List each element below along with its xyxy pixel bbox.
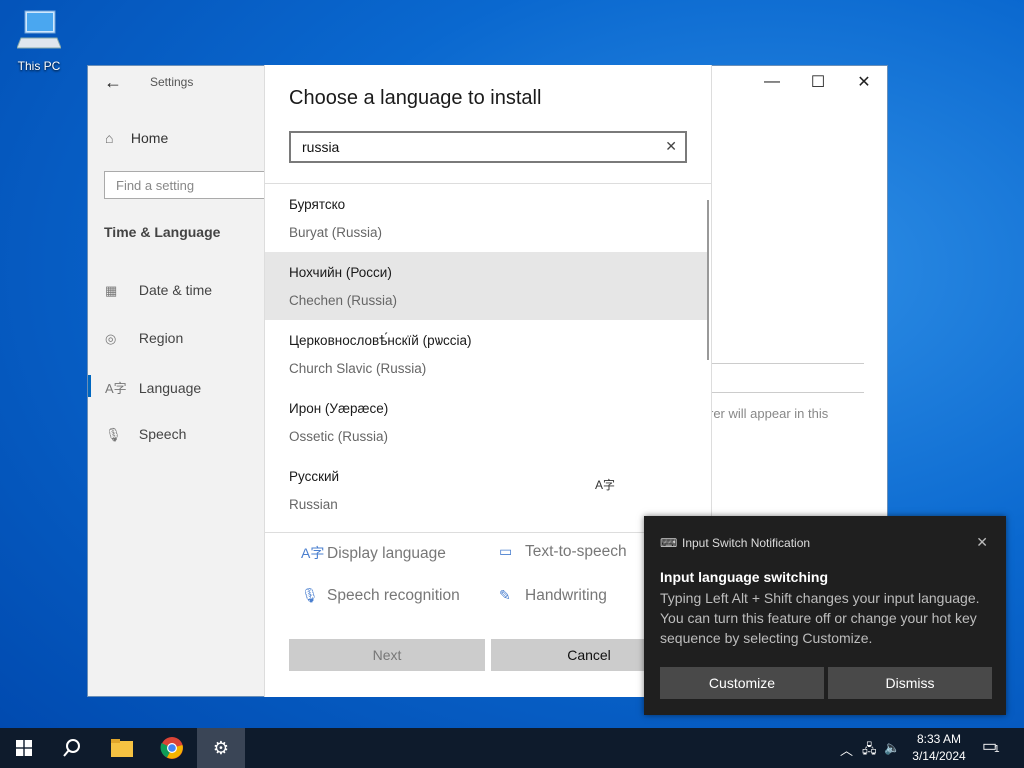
speaker-muted-icon[interactable]: 🔈 (884, 740, 900, 756)
nav-item-region[interactable]: ◎ Region (105, 330, 183, 347)
search-value: russia (302, 139, 340, 155)
feature-label: Handwriting (525, 587, 607, 604)
language-english-name: Russian (289, 497, 338, 512)
language-native-name: Церковнословѣ́нскїй (рѡссіа) (289, 333, 472, 348)
language-native-name: Русский (289, 469, 340, 484)
taskbar-clock[interactable]: 8:33 AM 3/14/2024 (900, 731, 978, 765)
language-english-name: Church Slavic (Russia) (289, 361, 427, 376)
home-icon: ⌂ (105, 130, 114, 146)
magnifier-icon (63, 739, 80, 757)
toast-header: ⌨ Input Switch Notification (660, 536, 810, 550)
notification-count: 1 (994, 744, 1000, 755)
back-arrow-icon[interactable]: ← (104, 72, 122, 93)
display-language-icon: A字 (301, 545, 325, 561)
feature-label: Display language (327, 545, 446, 562)
nav-item-date-time[interactable]: ▦ Date & time (105, 282, 212, 299)
chrome-icon[interactable] (148, 728, 196, 768)
list-scrollbar[interactable] (707, 200, 709, 360)
taskbar: ⚙ ︿ 🖧 🔈 8:33 AM 3/14/2024 1 ▭ (0, 728, 1024, 768)
search-icon[interactable] (48, 728, 96, 768)
language-native-name: Нохчийн (Росси) (289, 265, 392, 280)
dialog-title: Choose a language to install (289, 87, 542, 109)
language-list: Бурятско Buryat (Russia) Нохчийн (Росси)… (265, 183, 711, 533)
network-icon[interactable]: 🖧 (862, 740, 877, 762)
nav-item-label: Language (138, 380, 202, 396)
minimize-icon[interactable]: — (749, 66, 795, 98)
display-language-feature-icon: A字 (595, 478, 616, 492)
find-setting-input[interactable]: Find a setting (104, 171, 274, 199)
app-title: Settings (150, 75, 194, 89)
close-icon[interactable]: ✕ (976, 534, 988, 551)
input-switch-notification: ⌨ Input Switch Notification ✕ Input langu… (644, 516, 1006, 715)
windows-logo-icon (16, 740, 32, 756)
nav-item-speech[interactable]: 🎙 Speech (105, 426, 186, 443)
nav-item-label: Speech (138, 426, 187, 442)
maximize-icon[interactable]: ☐ (795, 66, 841, 98)
language-icon: A字 (105, 381, 127, 396)
language-english-name: Chechen (Russia) (289, 293, 398, 308)
customize-button[interactable]: Customize (660, 667, 824, 699)
windows-start-icon[interactable] (0, 728, 48, 768)
desktop-icon-this-pc[interactable]: This PC (12, 8, 66, 73)
globe-icon: ◎ (105, 331, 117, 346)
dismiss-button[interactable]: Dismiss (828, 667, 992, 699)
chevron-up-icon[interactable]: ︿ (840, 740, 853, 759)
language-native-name: Ирон (Уæрæсе) (289, 401, 389, 416)
language-english-name: Ossetic (Russia) (289, 429, 389, 444)
next-button[interactable]: Next (289, 639, 485, 671)
nav-home-label: Home (130, 130, 169, 146)
toast-header-label: Input Switch Notification (682, 536, 811, 550)
feature-text-to-speech: ▭ Text-to-speech (499, 543, 627, 561)
nav-selected-indicator (88, 375, 91, 397)
feature-handwriting: ✎ Handwriting (499, 587, 607, 605)
section-title: Time & Language (104, 224, 221, 240)
chrome-logo-icon (160, 737, 183, 759)
nav-item-language[interactable]: A字 Language (105, 378, 201, 397)
text-to-speech-icon: ▭ (499, 543, 513, 559)
language-search-input[interactable]: russia ✕ (289, 131, 687, 163)
nav-home[interactable]: ⌂ Home (105, 130, 168, 146)
language-native-name: Бурятско (289, 197, 346, 212)
desktop-icon-label: This PC (17, 59, 61, 73)
list-item[interactable]: Бурятско Buryat (Russia) (265, 184, 707, 252)
toast-body: Typing Left Alt + Shift changes your inp… (660, 590, 980, 646)
list-item[interactable]: Церковнословѣ́нскїй (рѡссіа) Church Slav… (265, 320, 707, 388)
list-item[interactable]: Нохчийн (Росси) Chechen (Russia) (265, 252, 707, 320)
settings-gear-icon[interactable]: ⚙ (197, 728, 245, 768)
handwriting-icon: ✎ (499, 587, 511, 603)
window-controls: — ☐ ✕ (749, 66, 887, 98)
nav-item-label: Region (138, 330, 184, 346)
close-icon[interactable]: ✕ (841, 66, 887, 98)
background-field (712, 363, 864, 393)
feature-display-language: A字 Display language (301, 543, 446, 563)
settings-sidebar: ← Settings ⌂ Home Find a setting Time & … (88, 66, 274, 696)
feature-label: Text-to-speech (525, 543, 627, 560)
clock-time: 8:33 AM (916, 732, 962, 746)
background-text: rer will appear in this (709, 406, 829, 421)
computer-icon (16, 10, 62, 49)
microphone-icon: 🎙 (301, 587, 319, 603)
list-item[interactable]: Русский Russian A字 (265, 456, 707, 524)
keyboard-icon: ⌨ (660, 536, 678, 550)
calendar-clock-icon: ▦ (105, 283, 118, 298)
clear-search-icon[interactable]: ✕ (665, 138, 677, 155)
folder-icon (111, 739, 133, 757)
toast-title: Input language switching (660, 569, 828, 585)
feature-speech-recognition: 🎙 Speech recognition (301, 587, 460, 605)
nav-item-label: Date & time (138, 282, 213, 298)
list-item[interactable]: Ирон (Уæрæсе) Ossetic (Russia) (265, 388, 707, 456)
clock-date: 3/14/2024 (912, 749, 966, 763)
language-english-name: Buryat (Russia) (289, 225, 383, 240)
file-explorer-icon[interactable] (98, 728, 146, 768)
feature-label: Speech recognition (327, 587, 460, 604)
microphone-icon: 🎙 (105, 427, 122, 442)
action-center-icon[interactable]: 1 ▭ (982, 736, 1006, 760)
